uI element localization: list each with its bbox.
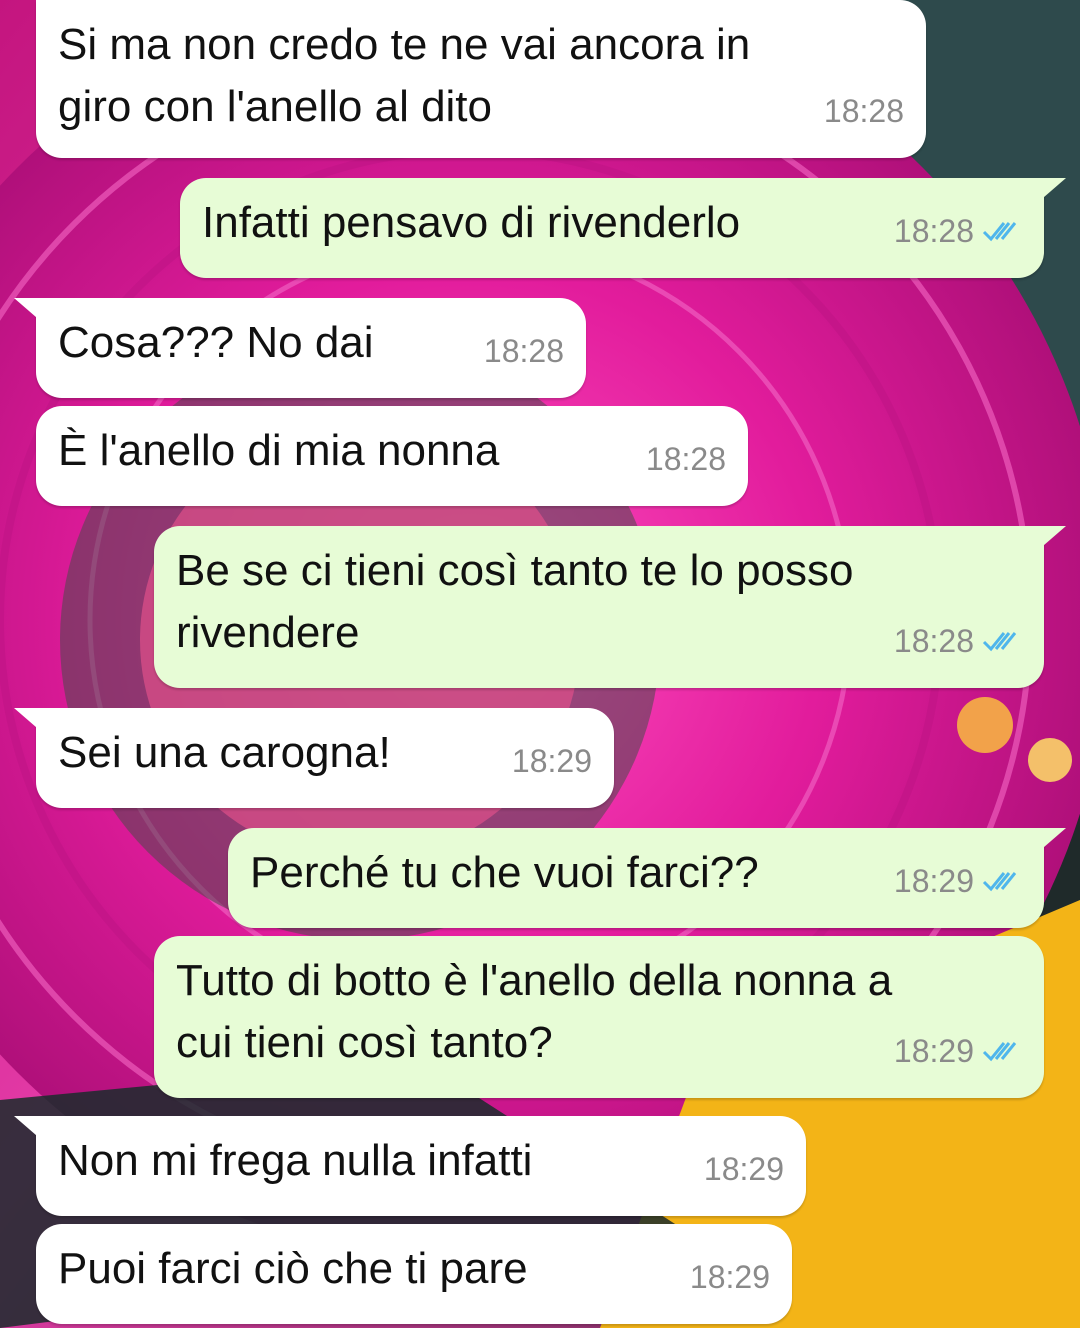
message-time: 18:29 xyxy=(511,743,592,779)
message-text: Si ma non credo te ne vai ancora in giro… xyxy=(58,20,751,131)
message-time: 18:28 xyxy=(893,623,974,659)
message-time: 18:28 xyxy=(483,333,564,369)
double-check-read-icon xyxy=(982,872,1017,892)
message-meta: 18:29 xyxy=(894,850,1022,912)
bubble-tail xyxy=(14,298,44,324)
message-meta: 18:28 xyxy=(484,320,564,382)
message-bubble-incoming[interactable]: Cosa??? No dai 18:28 xyxy=(14,298,586,398)
double-check-read-icon xyxy=(982,1042,1017,1062)
message-meta: 18:29 xyxy=(894,1020,1022,1082)
message-meta: 18:29 xyxy=(512,730,592,792)
double-check-read-icon xyxy=(982,222,1017,242)
message-text: Non mi frega nulla infatti xyxy=(58,1136,533,1185)
message-bubble-incoming[interactable]: Non mi frega nulla infatti 18:29 xyxy=(14,1116,806,1216)
message-meta: 18:28 xyxy=(894,200,1022,262)
message-bubble-outgoing[interactable]: Tutto di botto è l'anello della nonna a … xyxy=(154,936,1044,1098)
double-check-read-icon xyxy=(982,632,1017,652)
bubble-tail xyxy=(14,1116,44,1142)
message-bubble-incoming[interactable]: Puoi farci ciò che ti pare 18:29 xyxy=(36,1224,792,1324)
bubble-tail xyxy=(14,708,44,734)
message-bubble-incoming[interactable]: È l'anello di mia nonna 18:28 xyxy=(36,406,748,506)
message-time: 18:29 xyxy=(893,1033,974,1069)
bubble-tail xyxy=(1036,178,1066,204)
message-meta: 18:29 xyxy=(704,1138,784,1200)
message-bubble-outgoing[interactable]: Infatti pensavo di rivenderlo 18:28 xyxy=(180,178,1066,278)
message-text: Puoi farci ciò che ti pare xyxy=(58,1244,528,1293)
message-time: 18:29 xyxy=(893,863,974,899)
message-time: 18:28 xyxy=(645,441,726,477)
message-time: 18:28 xyxy=(893,213,974,249)
message-bubble-outgoing[interactable]: Be se ci tieni così tanto te lo posso ri… xyxy=(154,526,1066,688)
message-time: 18:29 xyxy=(703,1151,784,1187)
message-time: 18:28 xyxy=(823,93,904,129)
message-time: 18:29 xyxy=(689,1259,770,1295)
message-text: È l'anello di mia nonna xyxy=(58,426,500,475)
bubble-tail xyxy=(1036,828,1066,854)
message-bubble-outgoing[interactable]: Perché tu che vuoi farci?? 18:29 xyxy=(228,828,1066,928)
message-bubble-incoming[interactable]: Si ma non credo te ne vai ancora in giro… xyxy=(36,0,926,158)
message-meta: 18:28 xyxy=(646,428,726,490)
message-meta: 18:29 xyxy=(690,1246,770,1308)
message-meta: 18:28 xyxy=(894,610,1022,672)
message-meta: 18:28 xyxy=(824,80,904,142)
bubble-tail xyxy=(1036,526,1066,552)
message-bubble-incoming[interactable]: Sei una carogna! 18:29 xyxy=(14,708,614,808)
